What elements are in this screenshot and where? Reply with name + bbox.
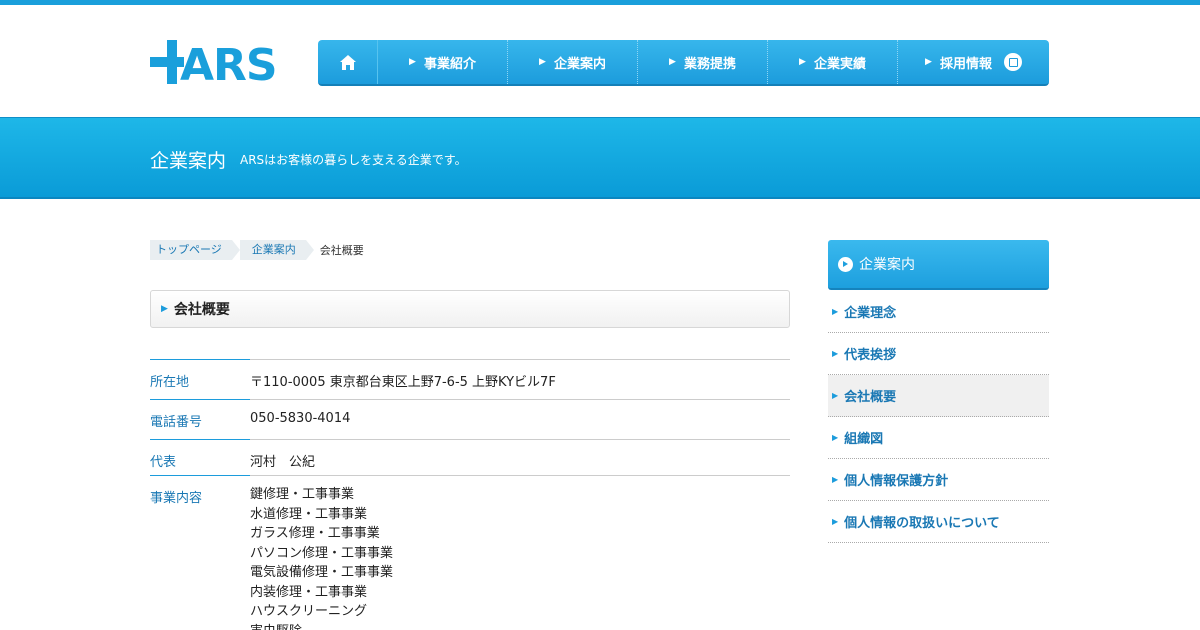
section-heading: ▶ 会社概要 (150, 290, 790, 328)
table-row: 代表 河村 公紀 (150, 439, 790, 475)
global-nav: ▶ 事業紹介 ▶ 企業案内 ▶ 業務提携 ▶ 企業実績 ▶ 採用情報 (318, 40, 1049, 86)
sidebar-item-label: 個人情報保護方針 (844, 474, 949, 489)
chevron-right-icon: ▶ (832, 517, 839, 526)
nav-item-recruit[interactable]: ▶ 採用情報 (898, 40, 1049, 84)
sidebar-item-label: 組織図 (844, 432, 884, 447)
sidebar-item-overview[interactable]: ▶ 会社概要 (828, 375, 1049, 417)
chevron-right-icon: ▶ (832, 475, 839, 484)
business-line: 害虫駆除 (250, 622, 790, 630)
nav-home-button[interactable] (318, 40, 378, 84)
chevron-right-icon: ▶ (409, 57, 416, 67)
table-row: 電話番号 050-5830-4014 (150, 399, 790, 439)
breadcrumb: トップページ 企業案内 会社概要 (150, 240, 364, 260)
row-value-address: 〒110-0005 東京都台東区上野7-6-5 上野KYビル7F (250, 375, 556, 390)
page-subtitle: ARSはお客様の暮らしを支える企業です。 (240, 153, 467, 167)
business-line: ハウスクリーニング (250, 604, 368, 619)
nav-item-label: 企業案内 (553, 56, 606, 72)
table-row: 所在地 〒110-0005 東京都台東区上野7-6-5 上野KYビル7F (150, 359, 790, 399)
nav-item-label: 事業紹介 (423, 56, 476, 72)
sidebar-item-label: 会社概要 (844, 390, 897, 405)
nav-item-label: 企業実績 (813, 56, 866, 72)
breadcrumb-current: 会社概要 (319, 244, 364, 257)
svg-text:ARS: ARS (180, 40, 277, 84)
sidebar-item-privacy-policy[interactable]: ▶ 個人情報保護方針 (828, 459, 1049, 501)
row-label-address: 所在地 (150, 375, 190, 390)
chevron-right-icon: ▶ (799, 57, 806, 67)
sidebar-item-greeting[interactable]: ▶ 代表挨拶 (828, 333, 1049, 375)
chevron-right-icon: ▶ (832, 433, 839, 442)
sidebar-item-label: 企業理念 (844, 306, 897, 321)
sidebar-item-privacy-handling[interactable]: ▶ 個人情報の取扱いについて (828, 501, 1049, 543)
chevron-right-icon: ▶ (832, 349, 839, 358)
external-link-icon (1003, 53, 1022, 71)
top-accent-bar (0, 0, 1200, 5)
page-hero: 企業案内 ARSはお客様の暮らしを支える企業です。 (0, 117, 1200, 199)
row-label-business: 事業内容 (150, 491, 203, 506)
circle-arrow-icon (838, 256, 853, 272)
row-label-phone: 電話番号 (150, 415, 203, 430)
sidebar-item-label: 代表挨拶 (844, 348, 897, 363)
chevron-right-icon: ▶ (539, 57, 546, 67)
sidebar-menu: ▶ 企業理念 ▶ 代表挨拶 ▶ 会社概要 ▶ 組織図 ▶ 個人情報保護方針 ▶ … (828, 291, 1049, 543)
chevron-right-icon: ▶ (161, 304, 168, 314)
row-value-phone[interactable]: 050-5830-4014 (250, 400, 790, 439)
business-line: ガラス修理・工事事業 (250, 526, 380, 541)
nav-item-partnership[interactable]: ▶ 業務提携 (638, 40, 768, 84)
nav-item-label: 採用情報 (939, 56, 992, 72)
nav-item-label: 業務提携 (683, 56, 736, 72)
sidebar-item-philosophy[interactable]: ▶ 企業理念 (828, 291, 1049, 333)
row-value-representative: 河村 公紀 (250, 455, 316, 470)
business-line: 電気設備修理・工事事業 (250, 565, 394, 580)
nav-item-business[interactable]: ▶ 事業紹介 (378, 40, 508, 84)
row-label-representative: 代表 (150, 455, 177, 470)
table-row: 事業内容 鍵修理・工事事業 水道修理・工事事業 ガラス修理・工事事業 パソコン修… (150, 475, 790, 630)
page-title: 企業案内 (150, 150, 227, 172)
chevron-right-icon: ▶ (832, 391, 839, 400)
sidebar-item-organization[interactable]: ▶ 組織図 (828, 417, 1049, 459)
business-line: 鍵修理・工事事業 (250, 487, 355, 502)
breadcrumb-link-company[interactable]: 企業案内 (239, 240, 314, 260)
breadcrumb-link-top[interactable]: トップページ (150, 240, 240, 260)
row-value-business: 鍵修理・工事事業 水道修理・工事事業 ガラス修理・工事事業 パソコン修理・工事事… (250, 476, 790, 630)
ars-logo[interactable]: ARS (150, 40, 290, 84)
business-line: パソコン修理・工事事業 (250, 545, 394, 561)
sidebar-item-label: 個人情報の取扱いについて (844, 516, 1000, 531)
chevron-right-icon: ▶ (669, 57, 676, 67)
business-line: 内装修理・工事事業 (250, 584, 368, 600)
section-title: 会社概要 (173, 302, 230, 318)
sidebar-title: 企業案内 (859, 257, 915, 273)
chevron-right-icon: ▶ (925, 57, 932, 67)
business-line: 水道修理・工事事業 (250, 506, 368, 522)
chevron-right-icon: ▶ (832, 307, 839, 316)
nav-item-results[interactable]: ▶ 企業実績 (768, 40, 898, 84)
sidebar-header[interactable]: 企業案内 (828, 240, 1049, 290)
nav-item-company[interactable]: ▶ 企業案内 (508, 40, 638, 84)
company-info-table: 所在地 〒110-0005 東京都台東区上野7-6-5 上野KYビル7F 電話番… (150, 359, 790, 630)
home-icon (339, 54, 356, 70)
